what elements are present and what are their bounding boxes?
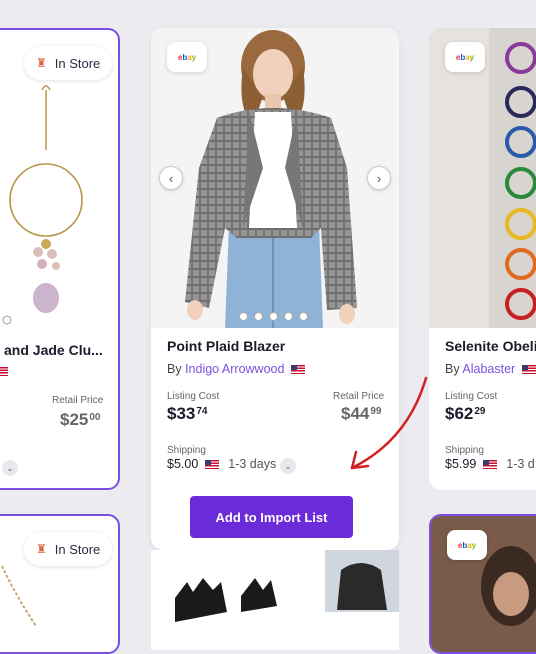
shipping-expand-button[interactable]: ⌄ [2, 460, 18, 476]
product-image[interactable] [429, 28, 536, 328]
add-to-import-list-button[interactable]: Add to Import List [190, 496, 353, 538]
blazer-model-image [151, 28, 399, 328]
store-icon: ♜ [36, 542, 47, 556]
retail-price-label: Retail Price [52, 395, 104, 406]
carousel-prev-button[interactable]: ‹ [159, 166, 183, 190]
us-flag-icon [290, 365, 305, 375]
vendor-link[interactable]: Indigo Arrowwood [185, 362, 284, 376]
carousel-dot[interactable] [239, 312, 248, 321]
product-title[interactable]: Point Plaid Blazer [167, 338, 285, 354]
us-flag-icon [482, 460, 497, 470]
product-image[interactable] [151, 28, 399, 328]
vendor-line: By Indigo Arrowwood [167, 362, 305, 376]
carousel-dot[interactable] [284, 312, 293, 321]
product-card-bottom-right[interactable]: ebay [429, 514, 536, 654]
product-card-bottom-center[interactable] [151, 550, 399, 650]
shipping-label: Shipping [445, 445, 484, 456]
us-flag-icon [204, 460, 219, 470]
carousel-dot[interactable] [299, 312, 308, 321]
carousel-dot[interactable] [269, 312, 278, 321]
shipping-label: Shipping [167, 445, 206, 456]
listing-cost: $6229 [445, 404, 486, 423]
listing-cost: $3374 [167, 404, 208, 423]
us-flag-icon [521, 365, 536, 375]
chakra-candles-image [429, 28, 536, 328]
in-store-badge: ♜ In Store [24, 46, 113, 80]
us-flag-icon [0, 367, 8, 376]
product-title[interactable]: and Jade Clu... [4, 342, 103, 358]
ebay-channel-icon: ebay [447, 530, 487, 560]
carousel-dot[interactable] [254, 312, 263, 321]
product-card-bottom-left[interactable]: ♜ In Store [0, 514, 120, 654]
product-card-center[interactable]: ebay ‹ › Point Plaid Blazer By Indigo Ar… [151, 28, 399, 550]
product-title[interactable]: Selenite Obeli [445, 338, 536, 354]
listing-cost-label: Listing Cost [167, 391, 220, 402]
bracelet-image [1, 565, 37, 627]
ebay-channel-icon: ebay [167, 42, 207, 72]
retail-price: $2500 [60, 410, 101, 429]
shipping-info: $5.00 1-3 days [167, 457, 277, 471]
store-icon: ♜ [36, 56, 47, 70]
product-card-left[interactable]: ♜ In Store and Jade Clu... Retail Price … [0, 28, 120, 490]
listing-cost-label: Listing Cost [445, 391, 498, 402]
shipping-expand-button[interactable]: ⌄ [280, 458, 296, 474]
gloves-image [175, 550, 399, 622]
vendor-link[interactable]: Alabaster [462, 362, 515, 376]
shipping-info: $5.99 1-3 d [445, 457, 535, 471]
retail-price-label: Retail Price [333, 391, 385, 402]
carousel-dots[interactable] [239, 312, 308, 321]
ebay-channel-icon: ebay [445, 42, 485, 72]
retail-price: $4499 [341, 404, 382, 423]
vendor-line: By Alabaster [445, 362, 536, 376]
product-card-right[interactable]: ebay Selenite Obeli By Alabaster Listing… [429, 28, 536, 490]
carousel-next-button[interactable]: › [367, 166, 391, 190]
